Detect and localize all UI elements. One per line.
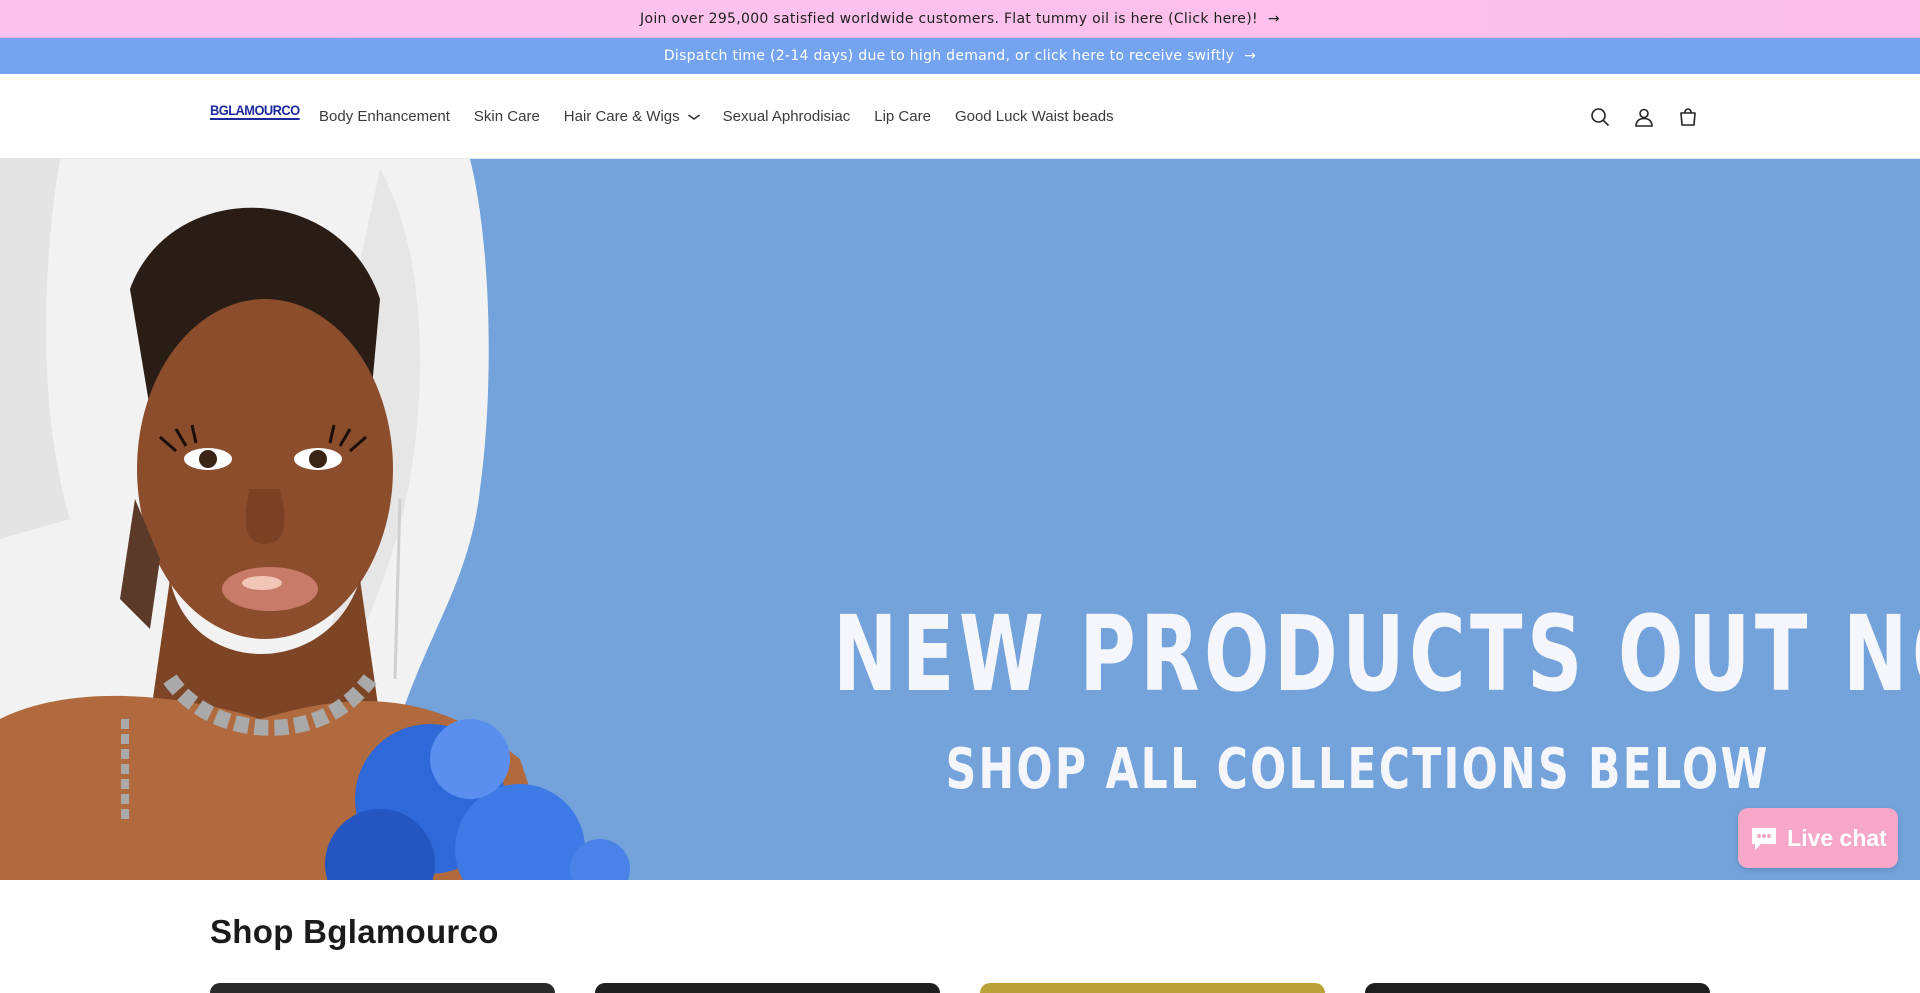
announcement-bar-dispatch[interactable]: Dispatch time (2-14 days) due to high de…	[0, 37, 1920, 74]
logo-link[interactable]: BGLAMOURCO	[210, 102, 300, 118]
collection-card[interactable]	[595, 983, 940, 993]
nav-item-label: Lip Care	[874, 108, 931, 125]
hero-portrait-image	[0, 159, 630, 880]
chevron-down-icon	[687, 114, 700, 120]
nav-item-lip-care[interactable]: Lip Care	[874, 108, 931, 125]
nav-item-hair-care-wigs[interactable]: Hair Care & Wigs	[563, 108, 700, 125]
announcement-bar-promo[interactable]: Join over 295,000 satisfied worldwide cu…	[0, 0, 1920, 37]
nav-item-body-enhancement[interactable]: Body Enhancement	[319, 108, 450, 125]
search-icon[interactable]	[1578, 95, 1622, 139]
collection-card[interactable]	[980, 983, 1325, 993]
arrow-right-icon: →	[1267, 10, 1280, 27]
header-icons	[1578, 74, 1710, 159]
site-header: BGLAMOURCO Body Enhancement Skin Care Ha…	[0, 74, 1920, 159]
nav-item-label: Good Luck Waist beads	[954, 108, 1114, 125]
collection-cards	[210, 983, 1710, 993]
nav-item-label: Sexual Aphrodisiac	[722, 108, 851, 125]
account-icon[interactable]	[1622, 95, 1666, 139]
cart-icon[interactable]	[1666, 95, 1710, 139]
collection-card[interactable]	[1365, 983, 1710, 993]
arrow-right-icon: →	[1244, 48, 1257, 64]
nav-item-waist-beads[interactable]: Good Luck Waist beads	[955, 108, 1114, 125]
hero-headline: NEW PRODUCTS OUT NOW	[833, 593, 1920, 715]
nav-item-label: Skin Care	[473, 108, 540, 125]
nav-item-label: Hair Care & Wigs	[563, 108, 680, 125]
announcement-text[interactable]: Join over 295,000 satisfied worldwide cu…	[640, 11, 1258, 27]
chat-bubble-icon	[1749, 824, 1779, 852]
live-chat-label: Live chat	[1787, 824, 1887, 851]
section-title: Shop Bglamourco	[210, 913, 499, 950]
hero-banner[interactable]: NEW PRODUCTS OUT NOW SHOP ALL COLLECTION…	[0, 159, 1920, 880]
announcement-text[interactable]: Dispatch time (2-14 days) due to high de…	[664, 48, 1234, 64]
main-nav: Body Enhancement Skin Care Hair Care & W…	[319, 74, 1138, 159]
hero-subline: SHOP ALL COLLECTIONS BELOW	[945, 737, 1770, 802]
collection-card[interactable]	[210, 983, 555, 993]
live-chat-button[interactable]: Live chat	[1738, 808, 1898, 868]
nav-item-label: Body Enhancement	[319, 108, 450, 125]
nav-item-skin-care[interactable]: Skin Care	[474, 108, 540, 125]
nav-item-sexual-aphrodisiac[interactable]: Sexual Aphrodisiac	[723, 108, 851, 125]
